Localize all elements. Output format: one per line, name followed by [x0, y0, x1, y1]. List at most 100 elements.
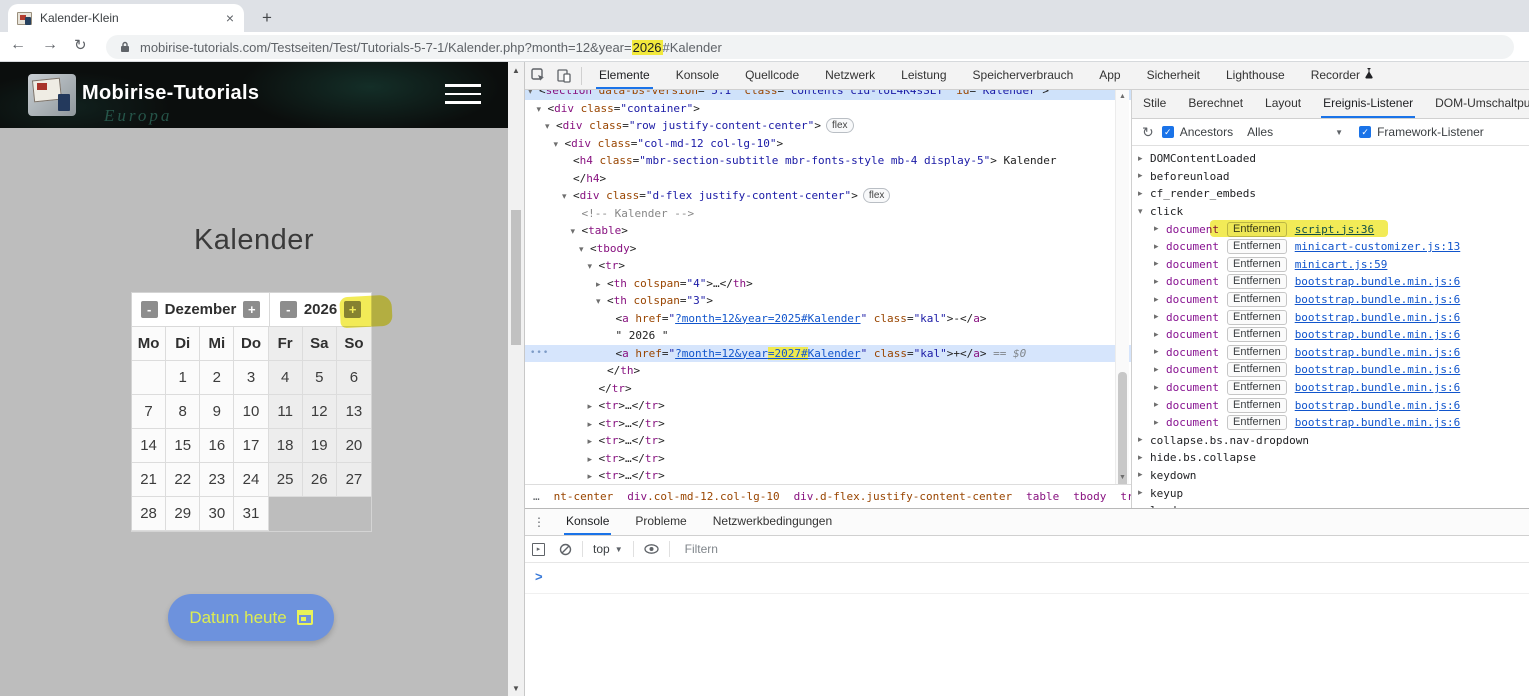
next-month-button[interactable]: + — [243, 301, 260, 318]
twisty-collapsed-icon[interactable]: ▸ — [588, 469, 599, 484]
scrollbar-thumb[interactable] — [511, 210, 521, 345]
scroll-down-icon[interactable]: ▼ — [508, 680, 524, 696]
calendar-day-cell[interactable]: 14 — [132, 429, 166, 463]
calendar-day-cell[interactable]: 31 — [234, 497, 268, 531]
listener-handler-row[interactable]: ▸documentEntfernenbootstrap.bundle.min.j… — [1132, 273, 1529, 291]
twisty-collapsed-icon[interactable]: ▸ — [1138, 435, 1150, 445]
calendar-day-cell[interactable]: 26 — [303, 463, 337, 497]
listener-event-row[interactable]: ▸keyup — [1132, 484, 1529, 502]
elements-tree-row[interactable]: <h4 class="mbr-section-subtitle mbr-font… — [525, 152, 1131, 170]
twisty-collapsed-icon[interactable]: ▸ — [1154, 277, 1166, 287]
remove-listener-button[interactable]: Entfernen — [1227, 310, 1287, 325]
refresh-icon[interactable]: ↻ — [1142, 124, 1154, 141]
listener-event-row[interactable]: ▸keydown — [1132, 467, 1529, 485]
calendar-day-cell[interactable]: 20 — [337, 429, 371, 463]
sidebar-tab-ereignis-listener[interactable]: Ereignis-Listener — [1321, 90, 1415, 118]
forward-icon[interactable]: → — [42, 36, 58, 54]
calendar-day-cell[interactable]: 21 — [132, 463, 166, 497]
flex-badge[interactable]: flex — [863, 188, 891, 203]
listener-source-link[interactable]: bootstrap.bundle.min.js:6 — [1295, 416, 1461, 429]
calendar-day-cell[interactable]: 28 — [132, 497, 166, 531]
remove-listener-button[interactable]: Entfernen — [1227, 239, 1287, 254]
sidebar-tab-layout[interactable]: Layout — [1263, 90, 1303, 118]
elements-tree-row[interactable]: ▸<tr>…</tr> — [525, 450, 1131, 468]
devtools-tab-app[interactable]: App — [1096, 62, 1123, 89]
calendar-day-cell[interactable]: 4 — [269, 361, 303, 395]
elements-tree-row[interactable]: ▾<th colspan="3"> — [525, 292, 1131, 310]
remove-listener-button[interactable]: Entfernen — [1227, 274, 1287, 289]
calendar-day-cell[interactable]: 27 — [337, 463, 371, 497]
listener-source-link[interactable]: bootstrap.bundle.min.js:6 — [1295, 381, 1461, 394]
drawer-tab-probleme[interactable]: Probleme — [633, 509, 688, 535]
breadcrumb-item[interactable]: tbody — [1073, 490, 1106, 503]
remove-listener-button[interactable]: Entfernen — [1227, 345, 1287, 360]
twisty-collapsed-icon[interactable]: ▸ — [1154, 383, 1166, 393]
devtools-tab-recorder[interactable]: Recorder — [1308, 62, 1377, 89]
new-tab-button[interactable]: + — [255, 6, 279, 30]
twisty-collapsed-icon[interactable]: ▸ — [1138, 470, 1150, 480]
listener-handler-row[interactable]: ▸documentEntfernenbootstrap.bundle.min.j… — [1132, 326, 1529, 344]
listener-handler-row[interactable]: ▸documentEntfernenminicart.js:59 — [1132, 256, 1529, 274]
listener-handler-row[interactable]: ▸documentEntfernenbootstrap.bundle.min.j… — [1132, 308, 1529, 326]
remove-listener-button[interactable]: Entfernen — [1227, 327, 1287, 342]
listener-source-link[interactable]: bootstrap.bundle.min.js:6 — [1295, 328, 1461, 341]
calendar-day-cell[interactable]: 30 — [200, 497, 234, 531]
twisty-collapsed-icon[interactable]: ▸ — [1138, 488, 1150, 498]
twisty-collapsed-icon[interactable]: ▸ — [1154, 259, 1166, 269]
listener-source-link[interactable]: bootstrap.bundle.min.js:6 — [1295, 293, 1461, 306]
flex-badge[interactable]: flex — [826, 118, 854, 133]
address-bar[interactable]: mobirise-tutorials.com/Testseiten/Test/T… — [106, 35, 1514, 59]
elements-scrollbar[interactable]: ▲ ▼ — [1115, 90, 1129, 484]
listener-handler-row[interactable]: ▸documentEntfernenbootstrap.bundle.min.j… — [1132, 344, 1529, 362]
calendar-day-cell[interactable]: 24 — [234, 463, 268, 497]
elements-tree-row[interactable]: ▾<div class="container"> — [525, 100, 1131, 118]
ancestors-checkbox[interactable]: ✓ — [1162, 126, 1174, 138]
listener-source-link[interactable]: bootstrap.bundle.min.js:6 — [1295, 275, 1461, 288]
listener-handler-row[interactable]: ▸documentEntfernenbootstrap.bundle.min.j… — [1132, 379, 1529, 397]
elements-tree-row[interactable]: ▸<tr>…</tr> — [525, 397, 1131, 415]
listener-handler-row[interactable]: ▸documentEntfernenbootstrap.bundle.min.j… — [1132, 361, 1529, 379]
listener-source-link[interactable]: bootstrap.bundle.min.js:6 — [1295, 399, 1461, 412]
tab-close-icon[interactable]: × — [224, 10, 236, 26]
calendar-day-cell[interactable]: 15 — [166, 429, 200, 463]
remove-listener-button[interactable]: Entfernen — [1227, 380, 1287, 395]
scroll-up-icon[interactable]: ▲ — [1116, 90, 1129, 103]
scroll-down-icon[interactable]: ▼ — [1116, 471, 1129, 484]
console-context-select[interactable]: top▼ — [593, 542, 623, 556]
calendar-day-cell[interactable]: 10 — [234, 395, 268, 429]
today-button[interactable]: Datum heute — [168, 594, 334, 641]
calendar-day-cell[interactable]: 16 — [200, 429, 234, 463]
breadcrumb-item[interactable]: nt-center — [554, 490, 614, 503]
live-expression-eye-icon[interactable] — [644, 544, 659, 554]
browser-tab[interactable]: Kalender-Klein × — [8, 4, 244, 32]
breadcrumb-item[interactable]: div.d-flex.justify-content-center — [794, 490, 1013, 503]
elements-tree-row[interactable]: ▾<tbody> — [525, 240, 1131, 258]
elements-tree-row[interactable]: ▾<div class="col-md-12 col-lg-10"> — [525, 135, 1131, 153]
prev-month-button[interactable]: - — [141, 301, 158, 318]
listener-event-row[interactable]: ▸hide.bs.collapse — [1132, 449, 1529, 467]
device-toolbar-icon[interactable] — [551, 62, 577, 89]
calendar-day-cell[interactable]: 22 — [166, 463, 200, 497]
elements-tree-row[interactable]: •••<a href="?month=12&year=2027#Kalender… — [525, 345, 1131, 363]
twisty-collapsed-icon[interactable]: ▸ — [1154, 295, 1166, 305]
listener-event-row[interactable]: ▸collapse.bs.nav-dropdown — [1132, 432, 1529, 450]
breadcrumb-item[interactable]: tr — [1120, 490, 1131, 503]
elements-tree-row[interactable]: </tr> — [525, 380, 1131, 398]
listener-event-row[interactable]: ▸cf_render_embeds — [1132, 185, 1529, 203]
listener-handler-row[interactable]: ▸documentEntfernenbootstrap.bundle.min.j… — [1132, 414, 1529, 432]
sidebar-tab-berechnet[interactable]: Berechnet — [1186, 90, 1245, 118]
elements-tree-row[interactable]: ▸<tr>…</tr> — [525, 415, 1131, 433]
elements-tree-row[interactable]: <!-- Kalender --> — [525, 205, 1131, 223]
devtools-tab-netzwerk[interactable]: Netzwerk — [822, 62, 878, 89]
sidebar-tab-dom-umschaltpunkte[interactable]: DOM-Umschaltpunkte — [1433, 90, 1529, 118]
listener-filter-select[interactable]: Alles▼ — [1247, 125, 1343, 139]
remove-listener-button[interactable]: Entfernen — [1227, 362, 1287, 377]
listener-event-row[interactable]: ▸DOMContentLoaded — [1132, 150, 1529, 168]
sidebar-tab-stile[interactable]: Stile — [1141, 90, 1168, 118]
listener-event-row[interactable]: ▸beforeunload — [1132, 168, 1529, 186]
calendar-day-cell[interactable]: 7 — [132, 395, 166, 429]
twisty-expanded-icon[interactable]: ▾ — [1138, 207, 1150, 217]
listener-event-row[interactable]: ▾click — [1132, 203, 1529, 221]
console-prompt[interactable]: > — [535, 569, 543, 584]
listener-handler-row[interactable]: ▸documentEntfernenminicart-customizer.js… — [1132, 238, 1529, 256]
